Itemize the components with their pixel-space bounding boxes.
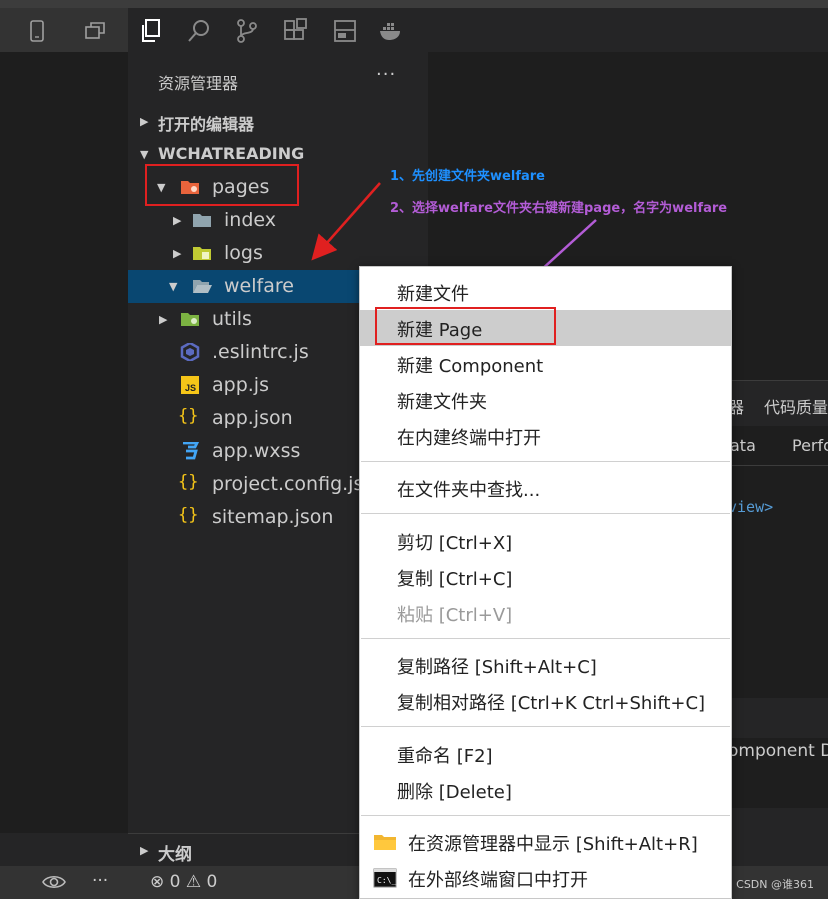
svg-text:C:\_: C:\_ [377,876,396,885]
menu-item-new-file[interactable]: 新建文件 [360,274,731,310]
menu-item-label: 重命名 [F2] [397,746,493,767]
menu-separator [361,513,730,514]
menu-item-label: 删除 [Delete] [397,782,512,803]
menu-item-rename[interactable]: 重命名 [F2] [360,736,731,772]
menu-item-external-terminal[interactable]: C:\_ 在外部终端窗口中打开 [360,860,731,896]
menu-item-label: 复制路径 [Shift+Alt+C] [397,657,597,678]
menu-item-label: 复制 [Ctrl+C] [397,569,513,590]
menu-item-label: 在文件夹中查找... [397,480,541,501]
menu-item-copy[interactable]: 复制 [Ctrl+C] [360,559,731,595]
menu-item-label: 粘贴 [Ctrl+V] [397,605,513,626]
menu-item-cut[interactable]: 剪切 [Ctrl+X] [360,523,731,559]
red-arrow [311,182,381,261]
menu-item-label: 新建文件夹 [397,392,487,413]
terminal-icon: C:\_ [373,868,397,888]
menu-item-label: 在外部终端窗口中打开 [408,870,588,891]
menu-separator [361,815,730,816]
menu-item-label: 复制相对路径 [Ctrl+K Ctrl+Shift+C] [397,693,706,714]
menu-item-delete[interactable]: 删除 [Delete] [360,772,731,808]
menu-item-find-in-folder[interactable]: 在文件夹中查找... [360,470,731,506]
menu-item-label: 剪切 [Ctrl+X] [397,533,513,554]
highlight-box-new-page [375,307,556,345]
menu-separator [361,638,730,639]
menu-separator [361,461,730,462]
menu-item-label: 在内建终端中打开 [397,428,541,449]
context-menu: 新建文件 新建 Page 新建 Component 新建文件夹 在内建终端中打开… [359,266,732,899]
menu-item-label: 在资源管理器中显示 [Shift+Alt+R] [408,834,698,855]
menu-item-paste: 粘贴 [Ctrl+V] [360,595,731,631]
menu-item-label: 新建 Component [397,356,544,377]
menu-item-reveal-in-explorer[interactable]: 在资源管理器中显示 [Shift+Alt+R] [360,824,731,860]
folder-icon [374,835,396,850]
menu-item-label: 新建文件 [397,284,469,305]
menu-separator [361,726,730,727]
menu-item-copy-relative-path[interactable]: 复制相对路径 [Ctrl+K Ctrl+Shift+C] [360,683,731,719]
menu-item-new-folder[interactable]: 新建文件夹 [360,382,731,418]
menu-item-new-component[interactable]: 新建 Component [360,346,731,382]
menu-item-open-in-terminal[interactable]: 在内建终端中打开 [360,418,731,454]
menu-item-copy-path[interactable]: 复制路径 [Shift+Alt+C] [360,647,731,683]
